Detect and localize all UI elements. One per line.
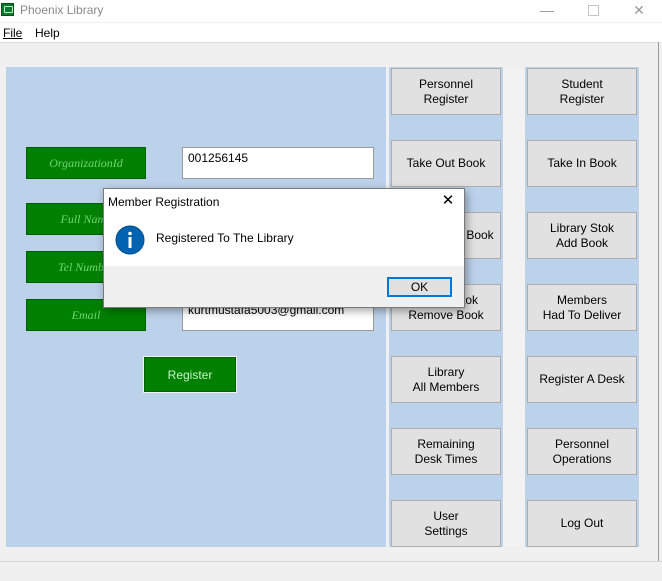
menu-help[interactable]: Help — [35, 26, 60, 40]
info-icon — [115, 225, 145, 255]
member-registration-dialog: Member Registration ✕ Registered To The … — [103, 188, 465, 308]
organization-id-label: OrganizationId — [26, 147, 146, 179]
maximize-button[interactable] — [570, 0, 616, 22]
register-button[interactable]: Register — [144, 357, 236, 392]
members-had-to-deliver-button[interactable]: Members Had To Deliver — [527, 284, 637, 331]
log-out-button[interactable]: Log Out — [527, 500, 637, 547]
close-button[interactable]: ✕ — [616, 0, 662, 22]
window-right-edge — [658, 42, 662, 562]
dialog-close-button[interactable]: ✕ — [438, 191, 458, 211]
user-settings-button[interactable]: User Settings — [391, 500, 501, 547]
take-in-book-button[interactable]: Take In Book — [527, 140, 637, 187]
menu-separator — [0, 42, 662, 43]
window-title: Phoenix Library — [20, 3, 104, 17]
menu-bar: File Help — [0, 23, 662, 43]
ok-button[interactable]: OK — [387, 277, 452, 297]
library-stok-add-book-button[interactable]: Library Stok Add Book — [527, 212, 637, 259]
organization-id-input[interactable]: 001256145 — [182, 147, 374, 179]
minimize-button[interactable]: — — [524, 0, 570, 22]
library-all-members-button[interactable]: Library All Members — [391, 356, 501, 403]
personnel-operations-button[interactable]: Personnel Operations — [527, 428, 637, 475]
remaining-desk-times-button[interactable]: Remaining Desk Times — [391, 428, 501, 475]
maximize-icon — [587, 4, 599, 16]
register-a-desk-button[interactable]: Register A Desk — [527, 356, 637, 403]
dialog-title: Member Registration — [108, 195, 220, 209]
title-bar: Phoenix Library — ✕ — [0, 0, 662, 22]
student-register-button[interactable]: Student Register — [527, 68, 637, 115]
take-out-book-button[interactable]: Take Out Book — [391, 140, 501, 187]
personnel-register-button[interactable]: Personnel Register — [391, 68, 501, 115]
dialog-message: Registered To The Library — [156, 231, 294, 245]
navigation-panel-gap — [503, 67, 525, 547]
status-strip — [0, 561, 662, 581]
app-icon — [1, 3, 14, 16]
menu-file[interactable]: File — [3, 26, 22, 40]
dialog-footer: OK — [104, 266, 464, 307]
